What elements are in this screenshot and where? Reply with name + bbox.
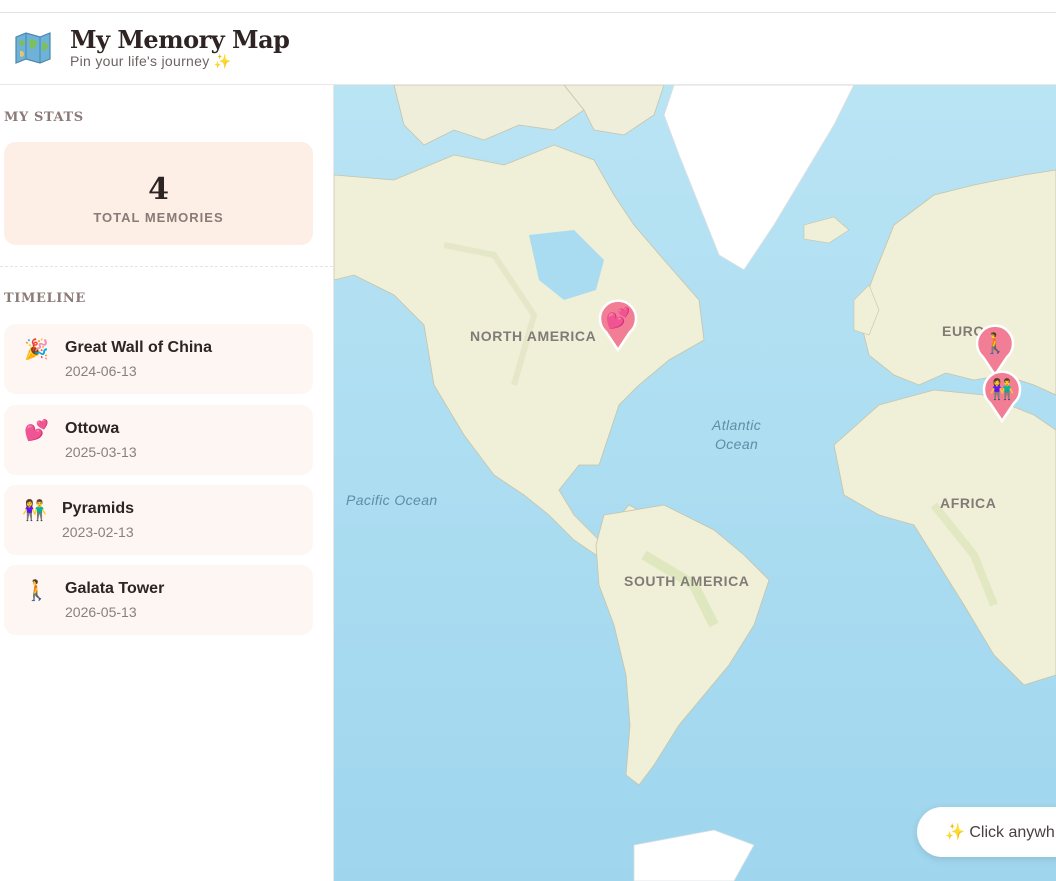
timeline-item-date: 2023-02-13 [62, 524, 134, 540]
two-hearts-icon: 💕 [605, 306, 631, 330]
timeline-heading: TIMELINE [4, 291, 86, 306]
map-tiles [334, 85, 1056, 881]
timeline-item-title: Ottowa [65, 420, 120, 437]
map-hint: ✨ Click anywh [917, 807, 1056, 857]
total-memories-label: TOTAL MEMORIES [93, 210, 224, 225]
sparkles-icon: ✨ [213, 53, 232, 69]
hint-text: ✨ Click anywh [945, 822, 1055, 842]
person-walking-icon: 🚶 [24, 578, 49, 602]
sidebar: MY STATS 4 TOTAL MEMORIES TIMELINE 🎉 Gre… [0, 85, 334, 881]
total-memories-card: 4 TOTAL MEMORIES [4, 142, 313, 245]
label-africa: AFRICA [940, 495, 997, 511]
timeline-item-date: 2025-03-13 [65, 444, 137, 460]
app-subtitle: Pin your life's journey ✨ [70, 53, 231, 70]
app-header: My Memory Map Pin your life's journey ✨ [0, 13, 1056, 85]
world-map-icon [15, 32, 51, 64]
atlantic-line-2: Ocean [714, 436, 759, 452]
timeline-item-title: Great Wall of China [65, 339, 212, 356]
timeline-item-galata-tower[interactable]: 🚶 Galata Tower 2026-05-13 [4, 565, 313, 635]
party-popper-icon: 🎉 [24, 337, 49, 361]
timeline-item-ottowa[interactable]: 💕 Ottowa 2025-03-13 [4, 405, 313, 475]
map-pin-ottowa[interactable]: 💕 [596, 298, 640, 352]
sparkles-icon: ✨ [945, 824, 965, 841]
subtitle-text: Pin your life's journey [70, 53, 210, 69]
couple-icon: 👫 [989, 377, 1015, 401]
label-pacific-ocean: Pacific Ocean [346, 492, 438, 508]
timeline-item-title: Galata Tower [65, 580, 165, 597]
hint-label: Click anywh [969, 824, 1055, 841]
timeline-item-title: Pyramids [62, 500, 135, 517]
timeline-item-date: 2026-05-13 [65, 604, 137, 620]
two-hearts-icon: 💕 [24, 418, 49, 442]
label-north-america: NORTH AMERICA [470, 328, 597, 344]
person-walking-icon: 🚶 [982, 331, 1008, 355]
label-south-america: SOUTH AMERICA [624, 573, 750, 589]
label-atlantic-ocean: Atlantic Ocean [712, 416, 761, 454]
app-title: My Memory Map [70, 25, 290, 54]
memory-map-app: My Memory Map Pin your life's journey ✨ … [0, 0, 1056, 881]
couple-icon: 👫 [22, 498, 47, 522]
timeline-item-pyramids[interactable]: 👫 Pyramids 2023-02-13 [4, 485, 313, 555]
timeline-item-date: 2024-06-13 [65, 363, 137, 379]
map-pin-pyramids[interactable]: 👫 [980, 369, 1024, 423]
stats-heading: MY STATS [4, 110, 84, 125]
sidebar-divider [0, 266, 333, 267]
total-memories-count: 4 [148, 172, 169, 207]
timeline-item-great-wall[interactable]: 🎉 Great Wall of China 2024-06-13 [4, 324, 313, 394]
atlantic-line-1: Atlantic [712, 417, 762, 433]
world-map[interactable]: NORTH AMERICA SOUTH AMERICA EURO AFRICA … [334, 85, 1056, 881]
